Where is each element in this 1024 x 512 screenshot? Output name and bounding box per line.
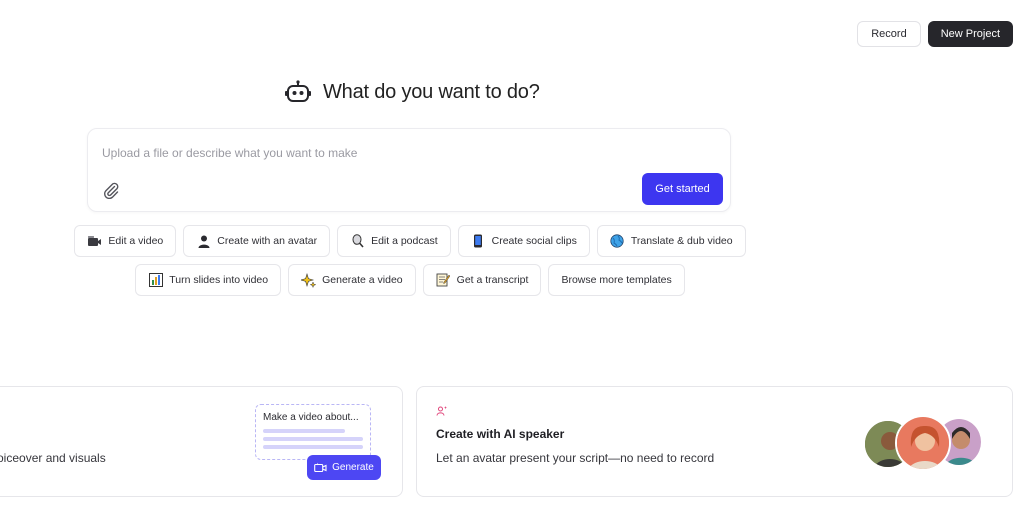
chip-label: Translate & dub video bbox=[630, 235, 733, 247]
card-subtitle: voiceover and visuals bbox=[0, 451, 106, 465]
top-bar: Record New Project bbox=[857, 21, 1013, 47]
chip-label: Generate a video bbox=[322, 274, 403, 286]
avatar-group bbox=[863, 415, 987, 471]
chip-turn-slides-into-video[interactable]: Turn slides into video bbox=[135, 264, 282, 296]
chip-edit-a-podcast[interactable]: Edit a podcast bbox=[337, 225, 451, 257]
microphone-icon bbox=[350, 234, 365, 249]
chip-get-a-transcript[interactable]: Get a transcript bbox=[422, 264, 542, 296]
sparkles-icon bbox=[301, 272, 317, 288]
video-camera-icon bbox=[87, 234, 102, 249]
chip-label: Edit a video bbox=[108, 235, 164, 247]
person-icon bbox=[196, 234, 211, 249]
new-project-button[interactable]: New Project bbox=[927, 21, 1013, 47]
feature-card-ai-speaker[interactable]: Create with AI speaker Let an avatar pre… bbox=[416, 386, 1013, 497]
chip-edit-a-video[interactable]: Edit a video bbox=[74, 225, 177, 257]
generate-label: Generate bbox=[332, 462, 374, 473]
get-started-button[interactable]: Get started bbox=[642, 173, 723, 205]
prompt-preview-mock: Make a video about... bbox=[255, 404, 371, 460]
mock-line bbox=[263, 445, 363, 449]
chip-browse-more-templates[interactable]: Browse more templates bbox=[548, 264, 685, 296]
record-button[interactable]: Record bbox=[857, 21, 921, 47]
feature-card-generate[interactable]: voiceover and visuals Make a video about… bbox=[0, 386, 403, 497]
page-title: What do you want to do? bbox=[323, 80, 540, 103]
video-generate-icon bbox=[314, 462, 327, 473]
card-title: Create with AI speaker bbox=[436, 427, 565, 441]
chart-icon bbox=[148, 273, 163, 288]
mock-line bbox=[263, 429, 345, 433]
chip-create-with-an-avatar[interactable]: Create with an avatar bbox=[183, 225, 331, 257]
chip-label: Turn slides into video bbox=[169, 274, 269, 286]
card-subtitle: Let an avatar present your script—no nee… bbox=[436, 451, 715, 465]
chip-label: Create with an avatar bbox=[217, 235, 318, 247]
quick-actions-row-2: Turn slides into video Generate a video … bbox=[0, 264, 820, 296]
robot-icon bbox=[285, 80, 311, 102]
quick-actions-row-1: Edit a video Create with an avatar Edit … bbox=[0, 225, 820, 257]
chip-generate-a-video[interactable]: Generate a video bbox=[288, 264, 416, 296]
memo-icon bbox=[436, 273, 451, 288]
avatar bbox=[895, 415, 951, 471]
prompt-placeholder: Upload a file or describe what you want … bbox=[102, 146, 358, 160]
chip-create-social-clips[interactable]: Create social clips bbox=[457, 225, 590, 257]
globe-icon bbox=[610, 234, 625, 249]
mock-prompt-text: Make a video about... bbox=[263, 412, 359, 423]
chip-label: Get a transcript bbox=[456, 274, 529, 286]
ai-speaker-icon bbox=[436, 406, 447, 416]
chip-label: Edit a podcast bbox=[371, 235, 438, 247]
phone-icon bbox=[471, 234, 486, 249]
generate-button[interactable]: Generate bbox=[307, 455, 381, 480]
chip-label: Create social clips bbox=[491, 235, 577, 247]
paperclip-icon[interactable] bbox=[102, 181, 120, 199]
mock-line bbox=[263, 437, 363, 441]
prompt-input[interactable]: Upload a file or describe what you want … bbox=[87, 128, 731, 212]
chip-translate-dub-video[interactable]: Translate & dub video bbox=[596, 225, 746, 257]
chip-label: Browse more templates bbox=[561, 274, 672, 286]
hero-heading: What do you want to do? bbox=[285, 80, 540, 104]
